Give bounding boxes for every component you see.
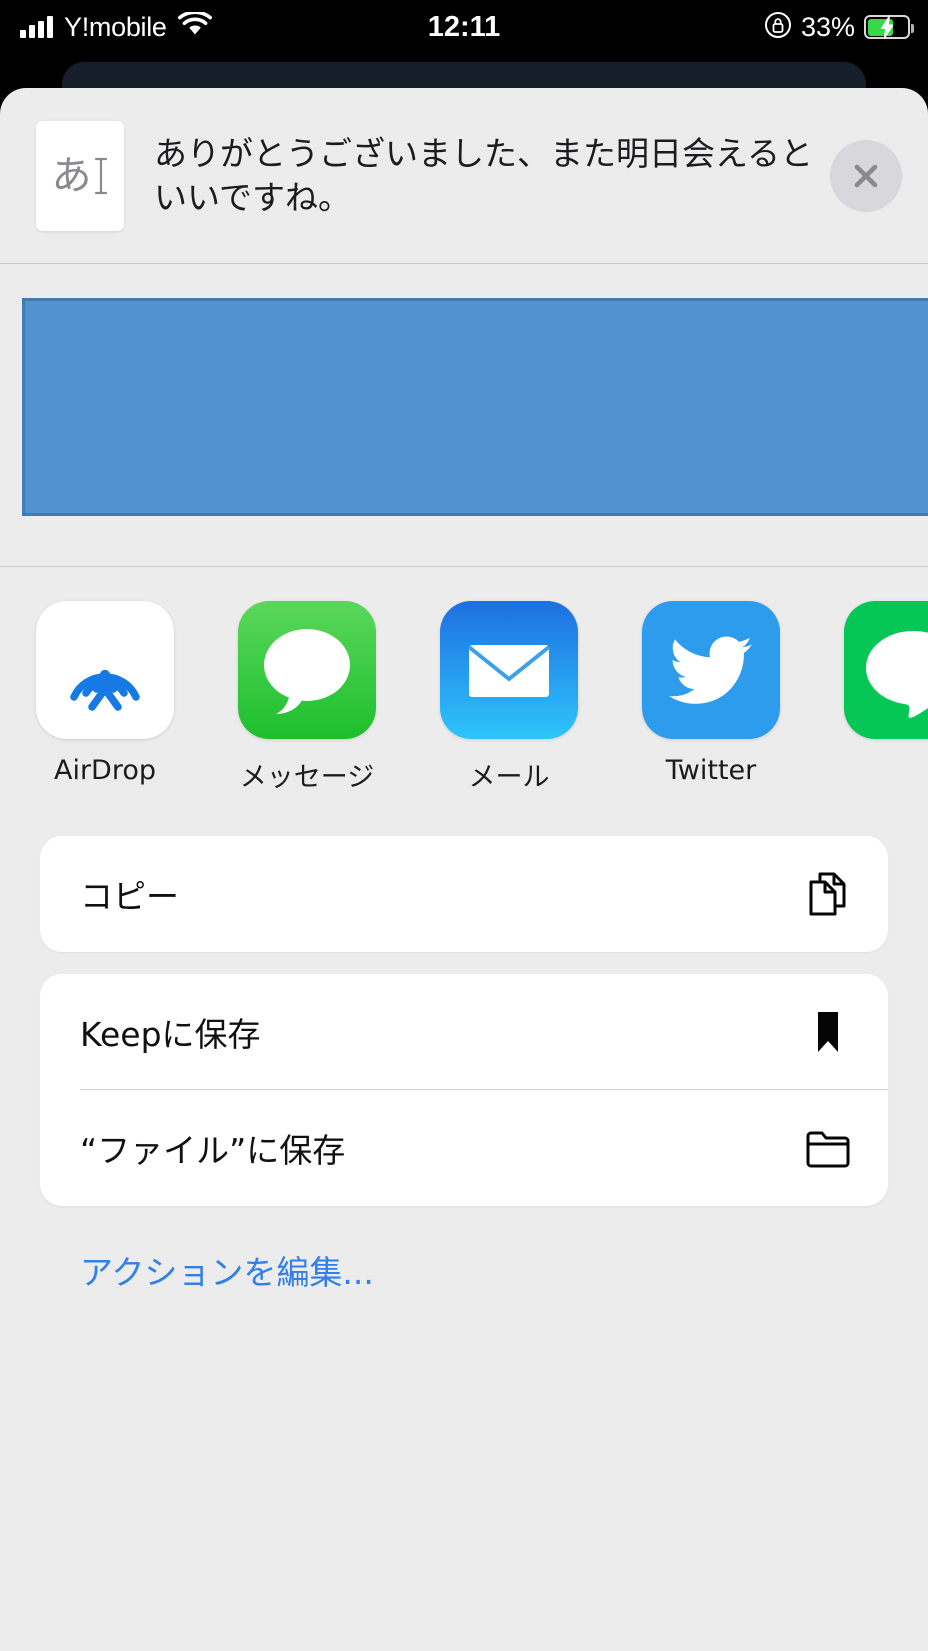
app-targets-region: AirDrop メッセージ メール Twitter <box>0 567 928 794</box>
action-label: コピー <box>80 877 179 916</box>
app-targets-row[interactable]: AirDrop メッセージ メール Twitter <box>0 601 928 794</box>
share-target-line[interactable] <box>844 601 928 755</box>
status-bar-right: 33% <box>764 11 914 44</box>
action-row-save-files[interactable]: “ファイル”に保存 <box>40 1090 888 1206</box>
action-label: Keepに保存 <box>80 1015 261 1054</box>
share-target-label: Twitter <box>665 755 757 786</box>
text-preview-box[interactable] <box>22 298 928 516</box>
share-target-label: AirDrop <box>53 755 157 786</box>
share-target-messages[interactable]: メッセージ <box>238 601 376 794</box>
action-row-save-keep[interactable]: Keepに保存 <box>40 974 888 1090</box>
folder-icon <box>802 1122 854 1174</box>
text-cursor-icon <box>94 157 107 194</box>
rotation-lock-icon <box>764 11 792 44</box>
line-icon <box>844 601 928 739</box>
iphone-screen: Y!mobile 12:11 33% あ ありがとうございました、また明日会える… <box>0 0 928 1651</box>
close-icon[interactable] <box>830 139 902 212</box>
share-sheet: あ ありがとうございました、また明日会えるといいですね。 AirDrop メッセ… <box>0 88 928 1651</box>
messages-icon <box>238 601 376 739</box>
bookmark-icon <box>802 1006 854 1058</box>
share-target-mail[interactable]: メール <box>440 601 578 794</box>
share-target-airdrop[interactable]: AirDrop <box>36 601 174 786</box>
actions-card-primary: コピー <box>40 836 888 952</box>
twitter-icon <box>642 601 780 739</box>
preview-region <box>0 264 928 566</box>
share-sheet-header: あ ありがとうございました、また明日会えるといいですね。 <box>0 88 928 263</box>
airdrop-icon <box>36 601 174 739</box>
document-glyph: あ <box>51 152 92 199</box>
japanese-text-document-icon: あ <box>36 120 124 231</box>
share-target-twitter[interactable]: Twitter <box>642 601 780 786</box>
mail-icon <box>440 601 578 739</box>
share-target-label: メッセージ <box>239 762 375 793</box>
shared-text-preview: ありがとうございました、また明日会えるといいですね。 <box>154 133 814 217</box>
battery-percentage: 33% <box>800 11 855 42</box>
status-bar: Y!mobile 12:11 33% <box>0 0 928 54</box>
action-label: “ファイル”に保存 <box>80 1131 346 1170</box>
actions-region: コピー Keepに保存 “ファイル”に保存 アクションを編集... <box>0 794 928 1294</box>
edit-actions-button[interactable]: アクションを編集... <box>40 1246 888 1294</box>
actions-card-secondary: Keepに保存 “ファイル”に保存 <box>40 974 888 1206</box>
copy-documents-icon <box>802 868 854 920</box>
action-row-copy[interactable]: コピー <box>40 836 888 952</box>
share-target-label: メール <box>468 762 550 793</box>
battery-charging-icon <box>864 15 914 39</box>
